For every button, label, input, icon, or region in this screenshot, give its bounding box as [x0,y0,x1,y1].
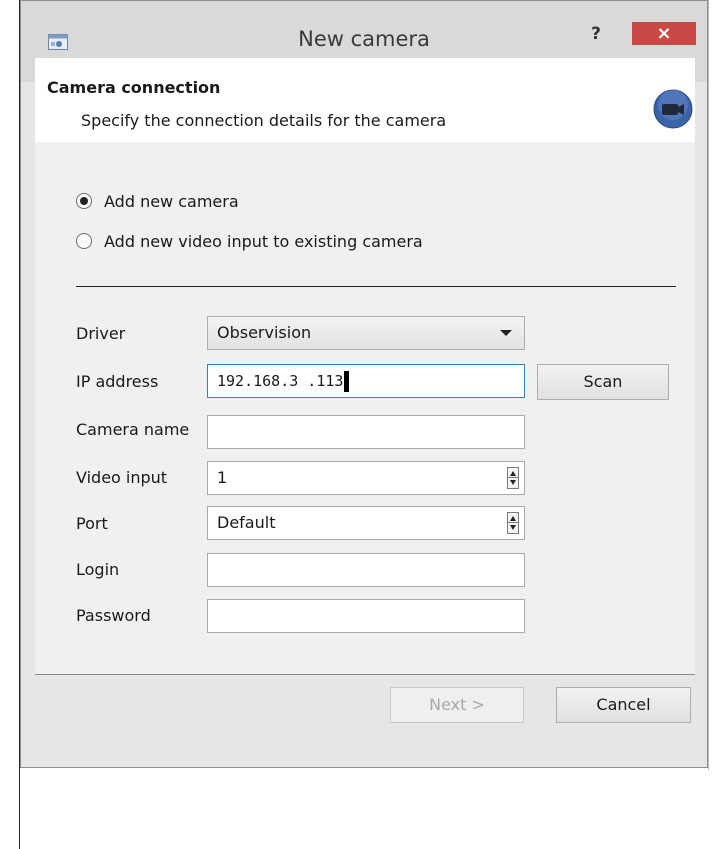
next-button[interactable]: Next > [390,687,524,723]
password-label: Password [76,606,151,625]
driver-label: Driver [76,324,126,343]
radio-add-video-input[interactable] [76,233,92,249]
scan-button[interactable]: Scan [537,364,669,400]
option-label: Add new camera [104,191,239,211]
radio-add-new-camera[interactable] [76,193,92,209]
video-input-value: 1 [217,468,228,487]
new-camera-dialog: New camera ? × Camera connection Specify… [20,0,708,768]
frame-right-border [708,0,709,770]
separator [76,286,676,287]
port-spinbox[interactable]: Default [207,506,525,540]
port-label: Port [76,514,108,533]
close-button[interactable]: × [632,22,696,45]
header-subtitle: Specify the connection details for the c… [81,111,447,130]
driver-dropdown[interactable]: Observision [207,316,525,350]
camera-name-label: Camera name [76,420,190,439]
cancel-button[interactable]: Cancel [556,687,691,723]
option-add-video-input[interactable]: Add new video input to existing camera [76,229,423,253]
ip-address-label: IP address [76,372,159,391]
camera-icon [653,89,693,129]
option-label: Add new video input to existing camera [104,231,423,251]
header-title: Camera connection [47,78,221,97]
login-label: Login [76,560,120,579]
text-cursor [344,371,350,392]
camera-name-input[interactable] [207,415,525,449]
video-input-spinbox[interactable]: 1 [207,461,525,495]
wizard-header: Camera connection Specify the connection… [35,58,695,143]
login-input[interactable] [207,553,525,587]
chevron-down-icon [500,330,512,336]
driver-value: Observision [217,323,312,342]
wizard-body: Add new camera Add new video input to ex… [35,142,695,674]
password-input[interactable] [207,599,525,633]
ip-address-value: 192.168.3 .113 [217,372,344,390]
option-add-new-camera[interactable]: Add new camera [76,189,239,213]
port-value: Default [217,513,276,532]
footer-separator [35,674,695,675]
ip-address-input[interactable]: 192.168.3 .113 [207,364,525,398]
video-input-label: Video input [76,468,168,487]
spinner-arrows-icon[interactable] [507,467,519,489]
spinner-arrows-icon[interactable] [507,512,519,534]
help-button[interactable]: ? [581,21,611,47]
